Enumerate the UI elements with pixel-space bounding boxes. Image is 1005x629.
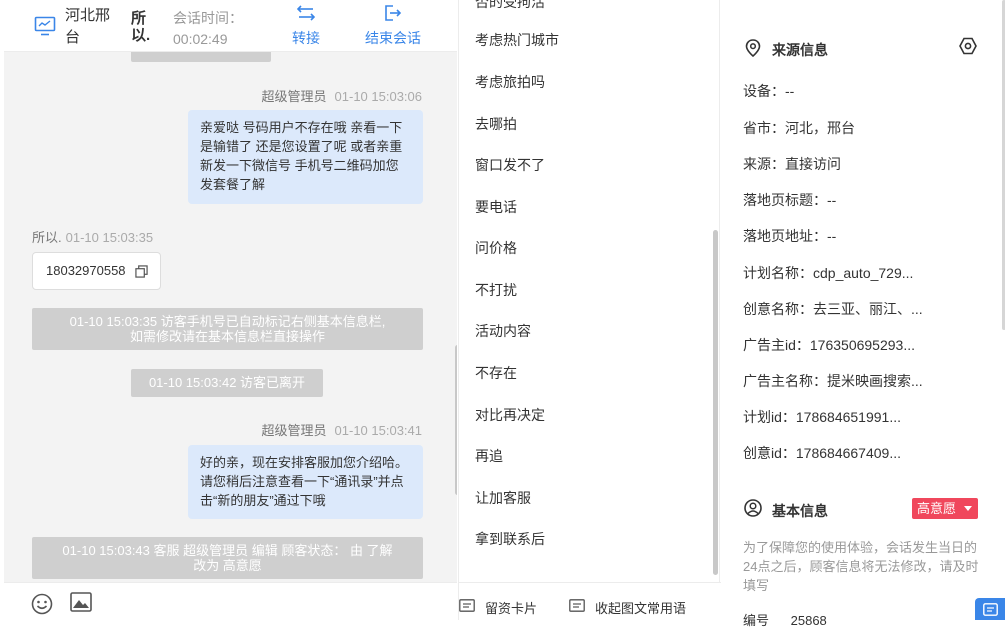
chat-widget-button[interactable]: [975, 598, 1005, 620]
phone-number: 18032970558: [46, 263, 126, 278]
phrase-item[interactable]: 考虑热门城市: [475, 30, 559, 50]
caret-down-icon: [964, 506, 972, 511]
info-source: 来源：直接访问: [743, 156, 841, 172]
system-message-line: 01-10 15:03:43 客服 超级管理员 编辑 顾客状态： 由 了解: [62, 543, 393, 558]
collapse-phrases-button[interactable]: 收起图文常用语: [569, 598, 686, 617]
message-icon: [569, 599, 585, 612]
exit-icon: [385, 5, 402, 21]
phrase-item[interactable]: 窗口发不了: [475, 155, 545, 175]
agent-message-bubble: 亲爱哒 号码用户不存在哦 亲看一下是输错了 还是您设置了呢 或者亲重新发一下微信…: [188, 110, 423, 204]
card-icon: [459, 599, 475, 612]
session-time-value: 00:02:49: [173, 31, 228, 47]
intent-status-label: 高意愿: [917, 501, 957, 516]
settings-icon[interactable]: [959, 37, 977, 55]
info-landing-url: 落地页地址：--: [743, 228, 837, 244]
serial-value: 25868: [790, 613, 827, 628]
transfer-label: 转接: [292, 30, 320, 46]
system-message: 01-10 15:03:43 客服 超级管理员 编辑 顾客状态： 由 了解 改为…: [32, 537, 423, 579]
info-advertiser-name: 广告主名称：提米映画搜索...: [743, 373, 923, 389]
phrase-item[interactable]: 不打扰: [475, 280, 517, 300]
info-advertiser-id: 广告主id：176350695293...: [743, 337, 915, 353]
monitor-icon: [34, 16, 56, 36]
chat-bubble-icon: [983, 603, 998, 616]
visitor-name: 所以.: [131, 10, 151, 44]
info-plan-id: 计划id：178684651991...: [743, 409, 901, 425]
phrase-scrollbar[interactable]: [713, 230, 718, 575]
message-meta: 所以. 01-10 15:03:35: [32, 227, 153, 246]
info-creative-id: 创意id：178684667409...: [743, 445, 901, 461]
phrase-item[interactable]: 活动内容: [475, 321, 531, 341]
transfer-icon: [297, 5, 315, 21]
copy-icon[interactable]: [135, 265, 148, 278]
user-icon: [744, 499, 762, 517]
transfer-button[interactable]: 转接: [290, 4, 322, 48]
chat-header: 河北邢台 所以. 会话时间： 00:02:49 转接 结束会话: [4, 0, 457, 52]
info-creative-name: 创意名称：去三亚、丽江、...: [743, 301, 923, 317]
message-time: 01-10 15:03:41: [334, 423, 422, 438]
location-pin-icon: [745, 39, 761, 57]
end-session-button[interactable]: 结束会话: [361, 4, 425, 48]
info-province-city: 省市：河北，邢台: [743, 120, 855, 136]
source-info-title: 来源信息: [772, 42, 828, 58]
lead-card-button[interactable]: 留资卡片: [459, 598, 537, 617]
serial-label: 编号: [743, 613, 770, 628]
phrase-item[interactable]: 要电话: [475, 197, 517, 217]
intent-status-dropdown[interactable]: 高意愿: [912, 498, 978, 519]
system-message: 01-10 15:03:35 访客手机号已自动标记右侧基本信息栏, 如需修改请在…: [32, 308, 423, 350]
image-icon[interactable]: [70, 592, 92, 612]
info-plan-name: 计划名称：cdp_auto_729...: [743, 265, 914, 281]
chat-scrollbar[interactable]: [455, 345, 457, 495]
sender-name: 所以.: [32, 230, 62, 245]
phrase-item[interactable]: 问价格: [475, 238, 517, 258]
sender-name: 超级管理员: [261, 423, 327, 438]
end-session-label: 结束会话: [365, 30, 421, 46]
message-time: 01-10 15:03:35: [65, 230, 154, 245]
phrase-item[interactable]: 不存在: [475, 363, 517, 383]
info-device: 设备：--: [743, 83, 795, 99]
phrase-item[interactable]: 去哪拍: [475, 114, 517, 134]
chat-panel: 超级管理员 01-10 15:03:06 亲爱哒 号码用户不存在哦 亲看一下是输错…: [0, 0, 458, 620]
phrase-item[interactable]: 再追: [475, 446, 503, 466]
visitor-info-panel: 来源信息 设备：-- 省市：河北，邢台 来源：直接访问 落地页标题：-- 落地页…: [721, 0, 1005, 628]
emoji-icon[interactable]: [31, 593, 53, 615]
visitor-phone-bubble[interactable]: 18032970558: [32, 252, 161, 290]
message-meta: 超级管理员 01-10 15:03:41: [262, 420, 422, 439]
chat-input-toolbar: [4, 582, 457, 620]
system-message-line: 如需修改请在基本信息栏直接操作: [129, 329, 325, 344]
quick-phrase-panel: 否的受拘活 考虑热门城市 考虑旅拍吗 去哪拍 窗口发不了 要电话 问价格 不打扰…: [458, 0, 721, 620]
message-time: 01-10 15:03:06: [334, 89, 422, 104]
sender-name: 超级管理员: [261, 89, 327, 104]
session-time-label: 会话时间：: [173, 10, 243, 26]
edit-notice: 为了保障您的使用体验，会话发生当日的24点之后，顾客信息将无法修改，请及时填写: [743, 540, 979, 593]
phrase-item[interactable]: 让加客服: [475, 488, 531, 508]
info-landing-title: 落地页标题：--: [743, 192, 837, 208]
visitor-location: 河北邢台: [65, 7, 111, 46]
phrase-item-partial[interactable]: 否的受拘活: [475, 0, 545, 12]
agent-message-bubble: 好的亲，现在安排客服加您介绍哈。请您稍后注意查看一下“通讯录”并点击“新的朋友”…: [188, 445, 423, 519]
message-meta: 超级管理员 01-10 15:03:06: [262, 86, 422, 105]
phrase-item[interactable]: 考虑旅拍吗: [475, 72, 545, 92]
system-message-line: 改为 高意愿: [193, 558, 262, 573]
phrase-footer: 留资卡片 收起图文常用语: [459, 582, 721, 620]
basic-info-title: 基本信息: [772, 503, 828, 519]
lead-card-label: 留资卡片: [485, 601, 538, 616]
phrase-item[interactable]: 拿到联系后: [475, 529, 545, 549]
collapse-phrases-label: 收起图文常用语: [595, 601, 687, 616]
chat-message-area[interactable]: 超级管理员 01-10 15:03:06 亲爱哒 号码用户不存在哦 亲看一下是输错…: [4, 0, 457, 582]
system-message: 01-10 15:03:42 访客已离开: [131, 369, 323, 397]
phrase-item[interactable]: 对比再决定: [475, 405, 545, 425]
system-message-line: 01-10 15:03:35 访客手机号已自动标记右侧基本信息栏,: [69, 314, 386, 329]
